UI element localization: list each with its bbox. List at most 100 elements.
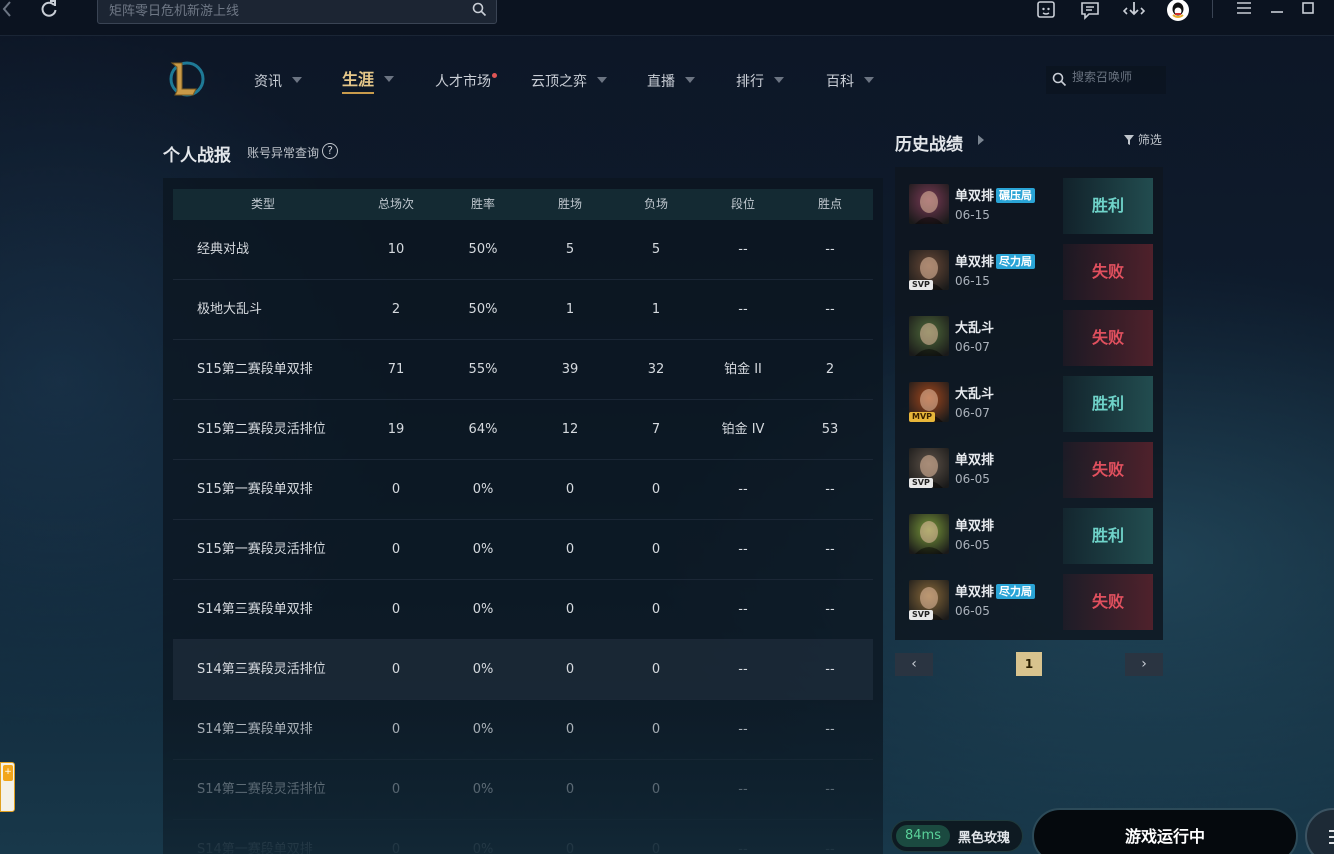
nav-item-news[interactable]: 资讯 (254, 72, 302, 92)
chevron-down-icon (685, 77, 695, 83)
row-value-cell: 0 (565, 482, 575, 497)
row-value-cell: 0 (651, 482, 661, 497)
row-value-cell: -- (738, 242, 748, 257)
row-value-cell: 0 (651, 542, 661, 557)
search-icon[interactable] (1052, 72, 1067, 91)
row-value-cell: 12 (561, 422, 579, 437)
column-header: 胜点 (817, 197, 842, 211)
row-value-cell: 19 (387, 422, 405, 437)
chevron-right-icon[interactable] (978, 135, 984, 145)
table-row[interactable]: S15第一赛段灵活排位 0 0% 0 0 -- -- (173, 520, 873, 580)
prev-page-button[interactable]: ‹ (895, 653, 933, 676)
row-value-cell: 2 (391, 302, 401, 317)
nav-item-live[interactable]: 直播 (647, 72, 695, 92)
refresh-icon[interactable] (40, 0, 58, 22)
row-value-cell: 0 (391, 662, 401, 677)
match-row[interactable]: 大乱斗 06-07 失败 (895, 308, 1163, 374)
next-page-button[interactable]: › (1125, 653, 1163, 676)
nav-item-tft[interactable]: 云顶之弈 (531, 72, 607, 92)
top-search-input[interactable] (109, 0, 449, 22)
row-value-cell: 0 (651, 722, 661, 737)
table-row[interactable]: S15第二赛段单双排 71 55% 39 32 铂金 II 2 (173, 340, 873, 400)
match-row[interactable]: SVP 单双排 尽力局 06-05 失败 (895, 572, 1163, 638)
nav-item-ranking[interactable]: 排行 (736, 72, 784, 92)
page-number[interactable]: 1 (1016, 652, 1042, 676)
chevron-down-icon (597, 77, 607, 83)
row-type-cell: S14第三赛段单双排 (197, 602, 313, 617)
side-float-widget[interactable]: + (0, 762, 15, 812)
search-icon[interactable] (472, 2, 487, 21)
summoner-search-input[interactable] (1072, 70, 1162, 84)
summoner-search[interactable] (1046, 66, 1166, 94)
maximize-icon[interactable] (1301, 0, 1315, 22)
row-value-cell: 铂金 IV (721, 422, 765, 437)
help-icon[interactable]: ? (322, 143, 338, 159)
row-type-cell: S15第一赛段单双排 (197, 482, 313, 497)
table-row[interactable]: S14第一赛段单双排 0 0% 0 0 -- -- (173, 820, 873, 854)
account-anomaly-link[interactable]: 账号异常查询 (247, 144, 319, 161)
nav-item-talent-market[interactable]: 人才市场 (435, 72, 497, 92)
minimize-icon[interactable] (1269, 0, 1285, 22)
match-row[interactable]: SVP 单双排 06-05 失败 (895, 440, 1163, 506)
row-value-cell: 0% (472, 662, 494, 677)
row-value-cell: 0 (651, 842, 661, 854)
result-loss: 失败 (1063, 574, 1153, 630)
row-value-cell: 10 (387, 242, 405, 257)
column-header: 负场 (643, 197, 668, 211)
match-row[interactable]: 单双排 碾压局 06-15 胜利 (895, 176, 1163, 242)
match-mode-label: 大乱斗 (955, 321, 995, 336)
table-row[interactable]: S15第二赛段灵活排位 19 64% 12 7 铂金 IV 53 (173, 400, 873, 460)
history-title[interactable]: 历史战绩 (895, 130, 963, 155)
match-tag: 尽力局 (996, 584, 1036, 599)
row-value-cell: -- (825, 302, 835, 317)
table-row[interactable]: S14第二赛段单双排 0 0% 0 0 -- -- (173, 700, 873, 760)
download-icon[interactable] (1122, 0, 1146, 22)
filter-button[interactable]: 筛选 (1124, 131, 1162, 148)
match-row[interactable]: SVP 单双排 尽力局 06-15 失败 (895, 242, 1163, 308)
column-header: 胜场 (557, 197, 582, 211)
match-row[interactable]: 单双排 06-05 胜利 (895, 506, 1163, 572)
row-value-cell: 5 (651, 242, 661, 257)
nav-item-label: 人才市场 (435, 74, 491, 90)
back-arrow-icon[interactable] (2, 0, 12, 22)
match-date: 06-15 (955, 274, 990, 288)
row-value-cell: -- (738, 542, 748, 557)
row-value-cell: -- (738, 302, 748, 317)
row-value-cell: 50% (468, 242, 498, 257)
top-search-box[interactable] (97, 0, 497, 24)
row-type-cell: 经典对战 (197, 242, 250, 257)
menu-icon[interactable] (1236, 0, 1252, 22)
match-row[interactable]: MVP 大乱斗 06-07 胜利 (895, 374, 1163, 440)
row-type-cell: S15第二赛段单双排 (197, 362, 313, 377)
game-running-button[interactable]: 游戏运行中 (1032, 808, 1298, 854)
table-row[interactable]: S14第二赛段灵活排位 0 0% 0 0 -- -- (173, 760, 873, 820)
row-value-cell: -- (738, 482, 748, 497)
row-value-cell: -- (738, 782, 748, 797)
table-row[interactable]: S14第三赛段单双排 0 0% 0 0 -- -- (173, 580, 873, 640)
chat-icon[interactable] (1080, 0, 1100, 22)
nav-item-career[interactable]: 生涯 (342, 70, 395, 94)
row-value-cell: 0 (651, 662, 661, 677)
column-header: 类型 (250, 197, 275, 211)
top-bar (0, 0, 1334, 36)
nav-item-label: 资讯 (254, 74, 282, 90)
more-menu-button[interactable] (1305, 808, 1334, 854)
table-row[interactable]: 极地大乱斗 2 50% 1 1 -- -- (173, 280, 873, 340)
table-row[interactable]: S15第一赛段单双排 0 0% 0 0 -- -- (173, 460, 873, 520)
lol-logo[interactable] (166, 58, 206, 100)
gift-box-icon[interactable] (1036, 0, 1056, 22)
table-row[interactable]: S14第三赛段灵活排位 0 0% 0 0 -- -- (173, 640, 873, 700)
mvp-badge: MVP (909, 412, 936, 422)
row-value-cell: 0% (472, 542, 494, 557)
match-mode-label: 单双排 (955, 519, 995, 534)
match-mode: 单双排 尽力局 (955, 251, 1036, 270)
server-status[interactable]: 84ms 黑色玫瑰 (891, 820, 1023, 852)
qq-avatar-icon[interactable] (1166, 0, 1190, 21)
table-row[interactable]: 经典对战 10 50% 5 5 -- -- (173, 220, 873, 280)
filter-icon (1124, 135, 1134, 145)
row-value-cell: 1 (651, 302, 661, 317)
nav-item-wiki[interactable]: 百科 (826, 72, 874, 92)
result-loss: 失败 (1063, 244, 1153, 300)
result-loss: 失败 (1063, 310, 1153, 366)
notification-dot (492, 73, 497, 78)
